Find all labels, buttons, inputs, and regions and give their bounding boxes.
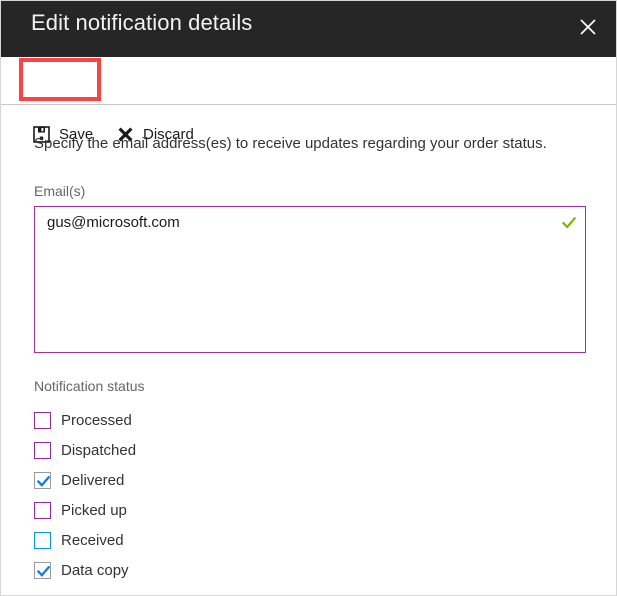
checkbox-label: Dispatched bbox=[61, 441, 137, 459]
edit-notification-details-dialog: Edit notification details Save Discard S… bbox=[0, 0, 617, 596]
command-bar: Save Discard bbox=[1, 57, 616, 143]
checkmark-icon bbox=[36, 475, 51, 487]
checkbox-dispatched[interactable] bbox=[34, 441, 51, 459]
checkbox-label: Received bbox=[61, 531, 124, 549]
checkbox-row-data-copy[interactable]: Data copy bbox=[34, 555, 434, 585]
close-button[interactable] bbox=[566, 5, 610, 49]
checkbox-label: Delivered bbox=[61, 471, 125, 489]
green-check-icon bbox=[561, 215, 577, 231]
checkmark-icon bbox=[36, 565, 51, 577]
notification-status-list: Processed Dispatched Delivered Picked up Rec… bbox=[34, 405, 434, 585]
close-icon bbox=[579, 18, 597, 36]
checkbox-label: Data copy bbox=[61, 561, 129, 579]
checkbox-label: Picked up bbox=[61, 501, 127, 519]
email-input[interactable]: gus@microsoft.com bbox=[34, 206, 586, 353]
checkbox-data-copy[interactable] bbox=[34, 561, 51, 579]
checkbox-delivered[interactable] bbox=[34, 471, 51, 489]
instruction-text: Specify the email address(es) to receive… bbox=[34, 135, 547, 152]
checkbox-row-picked-up[interactable]: Picked up bbox=[34, 495, 434, 525]
checkbox-received[interactable] bbox=[34, 531, 51, 549]
checkbox-processed[interactable] bbox=[34, 411, 51, 429]
email-field-label: Email(s) bbox=[34, 183, 86, 199]
checkbox-row-received[interactable]: Received bbox=[34, 525, 434, 555]
checkbox-picked-up[interactable] bbox=[34, 501, 51, 519]
email-input-value: gus@microsoft.com bbox=[47, 214, 180, 231]
notification-status-label: Notification status bbox=[34, 378, 145, 394]
checkbox-label: Processed bbox=[61, 411, 132, 429]
checkbox-row-delivered[interactable]: Delivered bbox=[34, 465, 434, 495]
dialog-header: Edit notification details bbox=[1, 1, 616, 57]
checkbox-row-dispatched[interactable]: Dispatched bbox=[34, 435, 434, 465]
command-bar-divider bbox=[1, 104, 616, 105]
checkbox-row-processed[interactable]: Processed bbox=[34, 405, 434, 435]
page-title: Edit notification details bbox=[31, 10, 253, 35]
